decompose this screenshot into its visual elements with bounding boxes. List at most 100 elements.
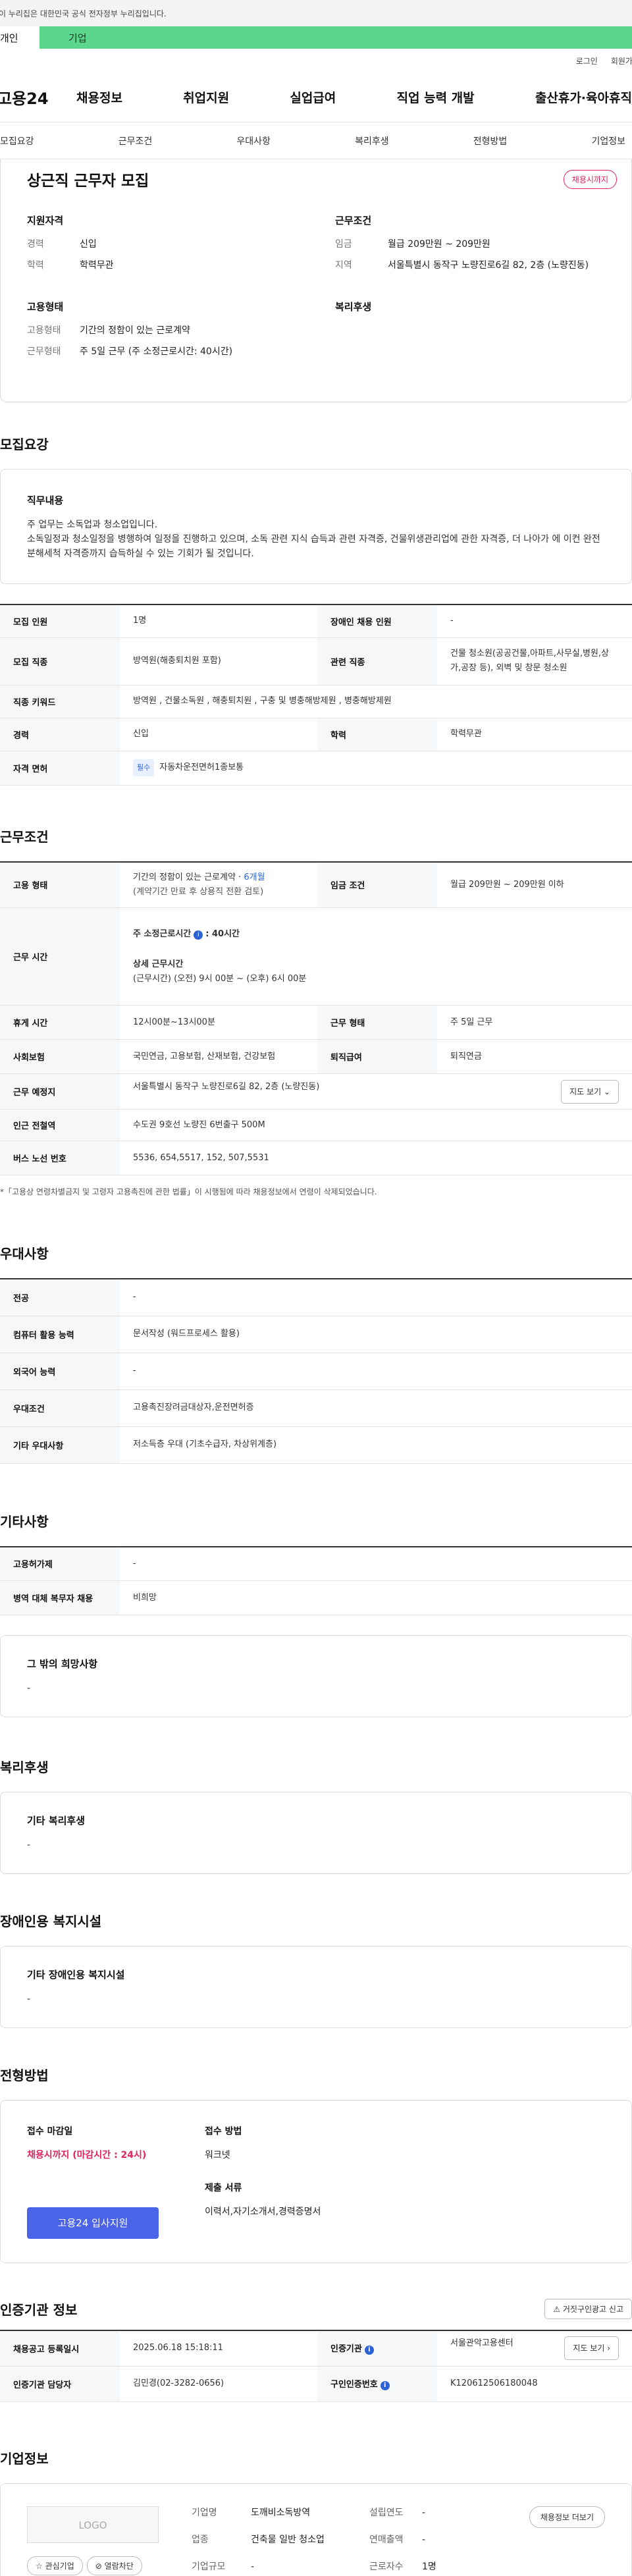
table-row: 직종 키워드 방역원 , 건물소독원 , 해충퇴치원 , 구충 및 병충해방제원… [0,685,632,718]
disabled-section-title: 장애인용 복지시설 [0,1914,102,1929]
tab-company[interactable]: 기업 [40,26,632,49]
gnb-item-parental-leave[interactable]: 출산휴가·육아휴직 [535,88,632,106]
anchor-screening[interactable]: 전형방법 [473,134,508,148]
company-industry: 건축물 일반 청소업 [251,2534,325,2545]
table-header: 관련 직종 [317,637,437,685]
summary-key: 고용형태 [27,325,61,336]
welfare-heading: 기타 복리후생 [27,1815,86,1827]
age-note: *「고용상 연령차별금지 및 고령자 고용촉진에 관한 법률」이 시행됨에 따라… [0,1187,377,1196]
table-cell: 신입 [120,718,317,751]
company-box: LOGO ☆ 관심기업 ⊘ 열람차단 기업명 도깨비소독방역 설립연도 - 업종 … [0,2482,632,2576]
table-header: 고용허가제 [0,1546,120,1581]
table-row: 고용 형태 기간의 정함이 있는 근로계약 · 6개월 (계약기간 만료 후 상… [0,861,632,908]
hours-detail-value: (근무시간) (오전) 9시 00분 ~ (오후) 6시 00분 [133,973,307,984]
summary-key: 지역 [335,260,352,271]
table-cell: - [437,604,632,638]
table-cell: 수도권 9호선 노량진 6번출구 500M [120,1109,632,1141]
table-row: 고용허가제 - [0,1546,632,1581]
summary-key: 경력 [27,239,44,250]
more-jobs-button[interactable]: 채용정보 더보기 [529,2506,605,2528]
company-key: 기업규모 [192,2561,226,2572]
info-icon[interactable]: i [380,2381,390,2390]
deadline-label: 접수 마감일 [27,2126,73,2137]
section-anchor-nav: 모집요강 근무조건 우대사항 복리후생 전형방법 기업정보 [0,122,632,159]
table-header: 직종 키워드 [0,685,120,718]
table-cell: 건물 청소원(공공건물,아파트,사무실,병원,상가,공장 등), 외벽 및 창문… [437,637,632,685]
duty-text: 주 업무는 소독업과 청소업입니다. 소독일정과 청소일정을 병행하여 일정을 … [27,520,600,559]
hours-std-line: 주 소정근로시간 i: 40시간 [133,927,619,942]
company-key: 연매출액 [369,2534,404,2545]
summary-row: 임금 월급 209만원 ~ 209만원 [335,238,617,251]
company-logo-col: LOGO ☆ 관심기업 ⊘ 열람차단 [27,2506,165,2575]
job-summary-card: 상근직 근무자 모집 채용시까지 지원자격 경력 신입 학력 학력무관 근무조건 임… [0,159,632,402]
table-cell: 월급 209만원 ~ 209만원 이하 [437,861,632,908]
summary-qualification-heading: 지원자격 [27,215,64,227]
summary-grid: 지원자격 경력 신입 학력 학력무관 근무조건 임금 월급 209만원 ~ 209만원… [27,213,617,386]
summary-value: 주 5일 근무 (주 소정근로시간: 40시간) [80,346,233,357]
duty-heading: 직무내용 [27,495,64,506]
info-icon[interactable]: i [364,2346,374,2355]
company-name: 도깨비소독방역 [251,2507,311,2518]
hours-std-value: : 40시간 [205,928,240,939]
summary-value: 월급 209만원 ~ 209만원 [388,239,490,250]
pref-table: 전공 - 컴퓨터 활용 능력 문서작성 (워드프로세스 활용) 외국어 능력 - 우대… [0,1278,632,1464]
summary-welfare-heading: 복리후생 [335,301,372,313]
info-icon[interactable]: i [194,930,203,940]
table-row: 근무 시간 주 소정근로시간 i: 40시간 상세 근무시간 (근무시간) (오전… [0,907,632,1006]
cert-org-label: 인증기관 [330,2344,362,2355]
summary-welfare: 복리후생 [335,300,617,366]
anchor-recruit[interactable]: 모집요강 [0,134,34,148]
table-header: 고용 형태 [0,861,120,908]
summary-value: 학력무관 [80,260,114,271]
login-link[interactable]: 로그인 [576,55,598,67]
table-header: 퇴직급여 [317,1039,437,1074]
screening-section-title: 전형방법 [0,2068,49,2083]
cert-map-button[interactable]: 지도 보기 › [564,2336,619,2361]
summary-conditions-heading: 근무조건 [335,215,372,227]
gnb-item-training[interactable]: 직업 능력 개발 [397,88,475,106]
report-fake-ad-button[interactable]: ⚠ 거짓구인광고 신고 [544,2299,632,2319]
summary-qualification: 지원자격 경력 신입 학력 학력무관 [27,213,309,280]
company-key: 설립연도 [369,2507,404,2518]
block-view-button[interactable]: ⊘ 열람차단 [86,2556,142,2575]
table-header: 전공 [0,1279,120,1316]
company-sales: - [422,2534,426,2545]
anchor-company[interactable]: 기업정보 [591,134,625,148]
anchor-work[interactable]: 근무조건 [118,134,153,148]
table-row: 버스 노선 번호 5536, 654,5517, 152, 507,5531 [0,1140,632,1175]
table-header: 근무 형태 [317,1005,437,1040]
table-header: 학력 [317,718,437,751]
anchor-welfare[interactable]: 복리후생 [355,134,389,148]
table-cell: 학력무관 [437,718,632,751]
table-row: 기타 우대사항 저소득층 우대 (기초수급자, 차상위계층) [0,1426,632,1464]
gnb-item-employment-support[interactable]: 취업지원 [183,88,229,106]
summary-key: 근무형태 [27,346,61,357]
anchor-preference[interactable]: 우대사항 [236,134,271,148]
etc-table: 고용허가제 - 병역 대체 복무자 채용 비희망 [0,1545,632,1615]
favorite-company-button[interactable]: ☆ 관심기업 [27,2556,83,2575]
emp-type-note: (계약기간 만료 후 상용직 전환 검토) [133,886,264,897]
table-row: 인근 전철역 수도권 9호선 노량진 6번출구 500M [0,1109,632,1141]
gov-banner: 이 누리집은 대한민국 공식 전자정부 누리집입니다. [0,0,632,26]
summary-employment: 고용형태 고용형태 기간의 정함이 있는 근로계약 근무형태 주 5일 근무 (주 … [27,300,309,366]
etc-wish-heading: 그 밖의 희망사항 [27,1658,98,1670]
license-value: 자동차운전면허1종보통 [159,763,244,772]
gnb-item-jobs[interactable]: 채용정보 [76,88,122,106]
duty-box: 직무내용 주 업무는 소독업과 청소업입니다. 소독일정과 청소일정을 병행하여… [0,469,632,584]
map-view-button[interactable]: 지도 보기 ⌄ [561,1079,619,1104]
table-cell: K120612506180048 [437,2366,632,2402]
emp-type-value: 기간의 정함이 있는 근로계약 · [133,872,244,882]
table-cell: 주 5일 근무 [437,1005,632,1040]
apply-button[interactable]: 고용24 입사지원 [27,2207,159,2239]
job-title: 상근직 근무자 모집 [27,173,149,190]
table-cell: 기간의 정함이 있는 근로계약 · 6개월 (계약기간 만료 후 상용직 전환 … [120,861,317,908]
table-row: 사회보험 국민연금, 고용보험, 산재보험, 건강보험 퇴직급여 퇴직연금 [0,1039,632,1074]
tab-personal[interactable]: 개인 [0,26,40,49]
recruit-section-title: 모집요강 [0,437,49,452]
site-logo[interactable]: 고용24 [0,86,76,109]
table-header: 인증기관 i [317,2330,437,2367]
gnb-item-unemployment-benefit[interactable]: 실업급여 [290,88,336,106]
table-header: 임금 조건 [317,861,437,908]
signup-link[interactable]: 회원가입 [611,55,632,67]
table-cell: - [120,1546,632,1581]
